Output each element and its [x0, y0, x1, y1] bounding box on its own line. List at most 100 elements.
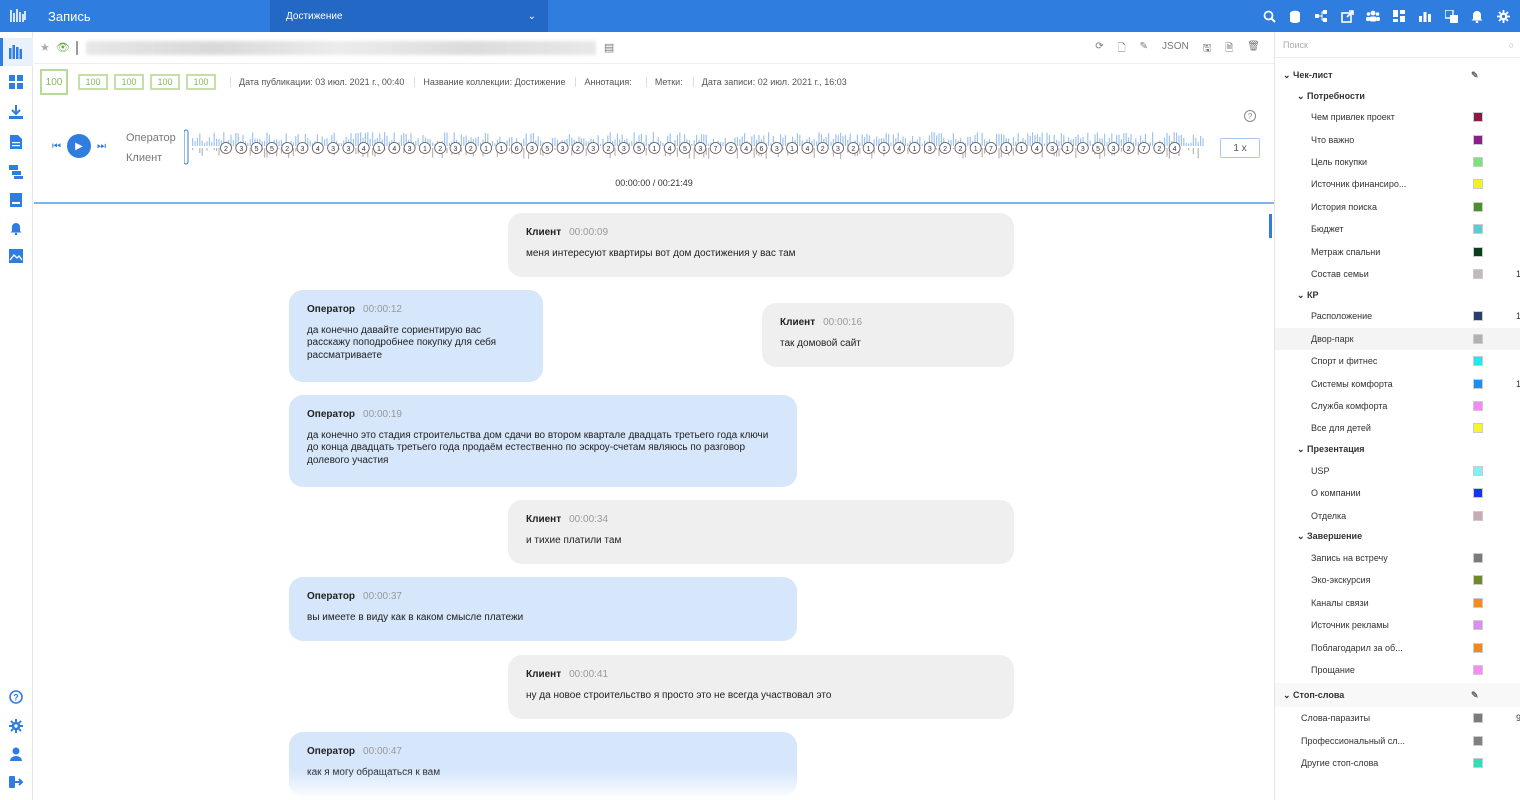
checklist-marker[interactable]: 4 — [663, 142, 676, 154]
network-icon[interactable] — [1314, 9, 1328, 23]
checklist-marker[interactable]: 2 — [220, 142, 232, 154]
checklist-group-header[interactable]: ⌄ Завершение — [1275, 527, 1520, 547]
message-operator[interactable]: Оператор 00:00:12 да конечно давайте сори… — [289, 290, 543, 382]
checklist-item[interactable]: Цель покупки — [1275, 151, 1520, 173]
chart-icon[interactable] — [1418, 9, 1432, 23]
message-operator[interactable]: Оператор 00:00:19 да конечно это стадия с… — [289, 395, 797, 487]
star-icon[interactable]: ★ — [40, 41, 50, 54]
checklist-marker[interactable]: 3 — [235, 142, 248, 154]
checklist-marker[interactable]: 3 — [617, 142, 630, 154]
checklist-marker[interactable]: 1 — [648, 142, 661, 154]
checklist-item[interactable]: Запись на встречу — [1275, 547, 1520, 569]
file-icon[interactable]: 🗋 — [1118, 41, 1126, 58]
checklist-item[interactable]: Источник финансиро... — [1275, 173, 1520, 195]
checklist-marker[interactable]: 4 — [357, 142, 370, 154]
pdf-icon[interactable]: 🗎 — [1225, 41, 1233, 58]
checklist-marker[interactable]: 2 — [571, 142, 584, 154]
message-time[interactable]: 00:00:41 — [569, 669, 608, 680]
checklist-marker[interactable]: 1 — [862, 142, 875, 154]
checklist-marker[interactable]: 4 — [801, 142, 814, 154]
message-client[interactable]: Клиент 00:00:16 так домовой сайт — [762, 303, 1014, 367]
checklist-item[interactable]: Бюджет — [1275, 218, 1520, 240]
checklist-marker[interactable]: 4 — [311, 142, 324, 154]
checklist-marker[interactable]: 4 — [1168, 142, 1181, 154]
score-badge[interactable]: 100 — [78, 74, 108, 90]
json-button[interactable]: JSON — [1162, 41, 1189, 58]
score-badge[interactable]: 100 — [186, 74, 216, 90]
checklist-marker[interactable]: 2 — [434, 142, 447, 154]
eye-icon[interactable]: 👁 — [56, 41, 70, 54]
checklist-item[interactable]: USP — [1275, 460, 1520, 482]
checklist-marker[interactable]: 3 — [403, 142, 416, 154]
checklist-marker[interactable]: 2 — [725, 142, 737, 154]
checklist-marker[interactable]: 4 — [893, 142, 906, 154]
checklist-marker[interactable]: 2 — [464, 142, 477, 154]
checklist-item[interactable]: Расположение 1 — [1275, 305, 1520, 327]
checklist-marker[interactable]: 3 — [296, 142, 309, 154]
checklist-marker[interactable]: 3 — [694, 142, 707, 154]
message-time[interactable]: 00:00:16 — [823, 317, 862, 328]
message-time[interactable]: 00:00:09 — [569, 227, 608, 238]
checklist-item[interactable]: Прощание — [1275, 659, 1520, 681]
file-info-icon[interactable]: ▤ — [604, 41, 614, 54]
checklist-marker[interactable]: 1 — [786, 142, 798, 154]
translate-icon[interactable] — [1444, 9, 1458, 23]
checklist-group-header[interactable]: ⌄ КР — [1275, 285, 1520, 305]
checklist-item[interactable]: О компании — [1275, 482, 1520, 504]
checklist-marker[interactable]: 3 — [923, 142, 936, 154]
help-icon[interactable]: ? — [1244, 110, 1256, 122]
checklist-marker[interactable]: 2 — [847, 142, 860, 154]
checklist-marker[interactable]: 1 — [480, 142, 493, 154]
stopword-item[interactable]: Профессиональный сл... — [1275, 730, 1520, 752]
checklist-marker[interactable]: 1 — [1015, 142, 1028, 154]
message-operator[interactable]: Оператор 00:00:37 вы имеете в виду как в … — [289, 577, 797, 641]
skip-forward-icon[interactable]: ⏭ — [97, 141, 106, 152]
checklist-marker[interactable]: 3 — [327, 142, 340, 154]
search-icon[interactable] — [1262, 9, 1276, 23]
checklist-item[interactable]: Двор-парк — [1275, 327, 1520, 350]
checklist-marker[interactable]: 3 — [770, 142, 783, 154]
checklist-marker[interactable]: 3 — [342, 142, 355, 154]
document-icon[interactable] — [8, 134, 24, 150]
checklist-marker[interactable]: 5 — [541, 142, 554, 154]
users-icon[interactable] — [1366, 9, 1380, 23]
checklist-item[interactable]: Что важно — [1275, 128, 1520, 150]
export-icon[interactable] — [1340, 9, 1354, 23]
checklist-marker[interactable]: 1 — [878, 142, 890, 154]
checklist-marker[interactable]: 2 — [1122, 142, 1135, 154]
checklist-marker[interactable]: 1 — [1000, 142, 1013, 154]
delete-icon[interactable]: 🗑 — [1247, 41, 1260, 58]
checklist-marker[interactable]: 5 — [633, 142, 646, 154]
checklist-marker[interactable]: 7 — [1138, 142, 1150, 154]
checklist-item[interactable]: Источник рекламы — [1275, 614, 1520, 636]
checklist-marker[interactable]: 3 — [587, 142, 600, 154]
total-score[interactable]: 100 — [40, 69, 68, 95]
checklist-group-header[interactable]: ⌄ Презентация — [1275, 440, 1520, 460]
panel-search-input[interactable]: Поиск ○ — [1275, 32, 1520, 58]
checklist-marker[interactable]: 1 — [495, 142, 508, 154]
collection-select[interactable]: Достижение ⌄ — [270, 0, 548, 32]
checklist-item[interactable]: История поиска — [1275, 196, 1520, 218]
help-icon[interactable]: ? — [8, 689, 24, 705]
checklist-marker[interactable]: 6 — [510, 142, 523, 154]
checklist-item[interactable]: Служба комфорта — [1275, 395, 1520, 417]
checklist-item[interactable]: Каналы связи — [1275, 592, 1520, 614]
checklist-item[interactable]: Отделка — [1275, 504, 1520, 526]
checklist-marker[interactable]: 2 — [939, 142, 951, 154]
stopword-item[interactable]: Другие стоп-слова — [1275, 752, 1520, 774]
checklist-marker[interactable]: 3 — [1076, 142, 1089, 154]
checklist-marker[interactable]: 2 — [954, 142, 967, 154]
checklist-marker[interactable]: 3 — [526, 142, 538, 154]
message-client[interactable]: Клиент 00:00:09 меня интересуют квартиры … — [508, 213, 1014, 277]
checklist-item[interactable]: Состав семьи 1 — [1275, 263, 1520, 285]
skip-back-icon[interactable]: ⏮ — [52, 141, 61, 152]
library-icon[interactable] — [8, 44, 24, 60]
checklist-marker[interactable]: 2 — [816, 142, 829, 154]
logout-icon[interactable] — [8, 774, 24, 790]
gear-icon[interactable] — [1496, 9, 1510, 23]
message-time[interactable]: 00:00:19 — [363, 409, 402, 420]
checklist-marker[interactable]: 5 — [266, 142, 278, 154]
edit-icon[interactable]: ✎ — [1140, 41, 1148, 58]
checklist-marker[interactable]: 3 — [1107, 142, 1120, 154]
checklist-marker[interactable]: 4 — [740, 142, 753, 154]
